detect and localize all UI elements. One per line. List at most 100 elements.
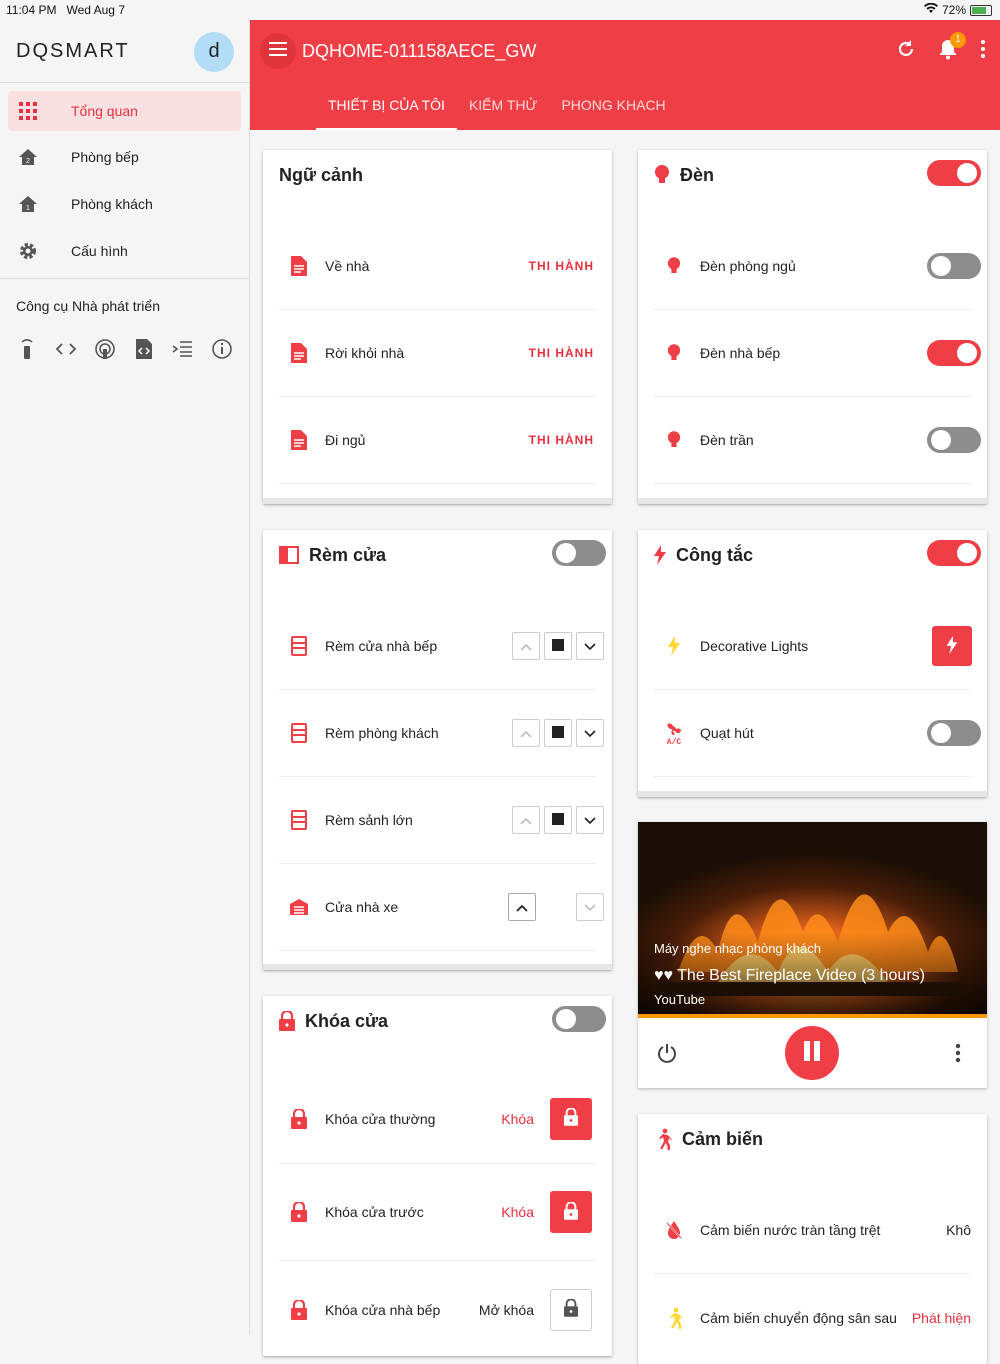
- chevron-down-icon: [584, 725, 596, 741]
- card-title: Khóa cửa: [305, 1010, 389, 1031]
- tab-living-room[interactable]: PHONG KHACH: [549, 82, 677, 130]
- broadcast-icon[interactable]: [94, 338, 116, 360]
- sidebar-item-living-room[interactable]: 1 Phòng khách: [8, 184, 241, 224]
- sidebar-item-settings[interactable]: Cấu hình: [8, 231, 241, 271]
- lock-state: Khóa: [501, 1110, 534, 1127]
- sensor-name: Cảm biến nước tràn tầng trệt: [700, 1222, 881, 1238]
- bulb-icon: [654, 165, 670, 185]
- pause-button[interactable]: [785, 1026, 839, 1080]
- chevron-down-icon: [584, 899, 596, 915]
- lock-button[interactable]: [550, 1191, 592, 1233]
- notification-badge: 1: [950, 32, 966, 48]
- curtains-card: Rèm cửa Rèm cửa nhà bếp Rèm phòng khách …: [263, 530, 612, 970]
- remote-icon[interactable]: [16, 338, 38, 360]
- scene-name: Rời khỏi nhà: [325, 345, 405, 361]
- tab-testing[interactable]: KIỂM THỬ: [457, 82, 549, 130]
- lock-row: Khóa cửa thường Khóa: [279, 1074, 596, 1164]
- execute-button[interactable]: THI HÀNH: [529, 433, 594, 447]
- status-time: 11:04 PM: [6, 3, 57, 17]
- lock-state: Mở khóa: [478, 1301, 534, 1318]
- lock-row: Khóa cửa nhà bếp Mở khóa: [279, 1261, 596, 1358]
- home-icon: 2: [8, 148, 48, 166]
- switch-toggle[interactable]: [927, 720, 981, 746]
- curtain-open-button[interactable]: [512, 632, 540, 660]
- stop-icon: [552, 638, 564, 654]
- scene-name: Về nhà: [325, 258, 370, 274]
- curtain-close-button[interactable]: [576, 806, 604, 834]
- switches-master-toggle[interactable]: [927, 540, 981, 566]
- execute-button[interactable]: THI HÀNH: [529, 346, 594, 360]
- lock-icon: [564, 1107, 578, 1129]
- locks-master-toggle[interactable]: [552, 1006, 606, 1032]
- curtain-stop-button[interactable]: [544, 632, 572, 660]
- menu-button[interactable]: [260, 33, 296, 69]
- scene-row[interactable]: Đi ngủ THI HÀNH: [279, 397, 596, 484]
- file-code-icon[interactable]: [133, 338, 155, 360]
- lock-button[interactable]: [550, 1097, 592, 1140]
- bulb-icon: [662, 344, 686, 362]
- curtain-open-button[interactable]: [512, 719, 540, 747]
- lock-icon: [564, 1298, 578, 1320]
- media-progress: [638, 1014, 987, 1018]
- curtain-stop-button[interactable]: [544, 806, 572, 834]
- curtain-open-button[interactable]: [512, 806, 540, 834]
- light-toggle[interactable]: [927, 253, 981, 279]
- switch-name: Decorative Lights: [700, 638, 809, 654]
- switch-row: Decorative Lights: [654, 603, 972, 690]
- scene-name: Đi ngủ: [325, 432, 366, 448]
- brand-title: DQSMART: [16, 40, 130, 62]
- switch-row: A/C Quạt hút: [654, 690, 981, 777]
- sidebar-divider: [0, 82, 250, 83]
- document-icon: [287, 256, 311, 276]
- bolt-icon: [662, 636, 686, 656]
- scene-row[interactable]: Rời khỏi nhà THI HÀNH: [279, 310, 596, 397]
- lights-master-toggle[interactable]: [927, 160, 981, 186]
- info-icon[interactable]: [211, 338, 233, 360]
- list-icon[interactable]: [172, 338, 194, 360]
- curtain-stop-button[interactable]: [544, 719, 572, 747]
- garage-open-button[interactable]: [508, 893, 536, 921]
- sensors-card: Cảm biến Cảm biến nước tràn tầng trệt Kh…: [638, 1114, 987, 1364]
- card-title: Rèm cửa: [309, 544, 387, 565]
- document-icon: [287, 343, 311, 363]
- execute-button[interactable]: THI HÀNH: [529, 259, 594, 273]
- more-vert-icon[interactable]: [980, 40, 986, 63]
- sidebar-item-kitchen[interactable]: 2 Phòng bếp: [8, 137, 241, 177]
- tab-my-devices[interactable]: THIẾT BỊ CỦA TÔI: [316, 82, 457, 130]
- unlock-button[interactable]: [550, 1288, 592, 1331]
- curtain-close-button[interactable]: [576, 719, 604, 747]
- lock-icon: [279, 1011, 295, 1031]
- curtain-close-button[interactable]: [576, 632, 604, 660]
- more-vert-icon[interactable]: [955, 1043, 961, 1068]
- refresh-icon[interactable]: [896, 39, 916, 64]
- power-icon[interactable]: [656, 1042, 678, 1069]
- light-toggle[interactable]: [927, 340, 981, 366]
- scene-row[interactable]: Về nhà THI HÀNH: [279, 223, 596, 310]
- sidebar-item-label: Phòng bếp: [71, 149, 139, 165]
- hamburger-icon: [269, 41, 287, 61]
- document-icon: [287, 430, 311, 450]
- pause-icon: [802, 1040, 822, 1067]
- status-date: Wed Aug 7: [66, 3, 126, 17]
- card-title: Ngữ cảnh: [279, 164, 364, 185]
- bulb-icon: [662, 257, 686, 275]
- chevron-up-icon: [520, 725, 532, 741]
- garage-close-button[interactable]: [576, 893, 604, 921]
- avatar[interactable]: d: [194, 32, 234, 72]
- lock-row: Khóa cửa trước Khóa: [279, 1164, 596, 1261]
- bolt-icon: [654, 545, 666, 565]
- svg-text:1: 1: [26, 205, 30, 212]
- curtains-master-toggle[interactable]: [552, 540, 606, 566]
- code-icon[interactable]: [55, 338, 77, 360]
- sidebar-item-overview[interactable]: Tổng quan: [8, 91, 241, 131]
- chevron-down-icon: [584, 812, 596, 828]
- light-row: Đèn phòng ngủ: [654, 223, 981, 310]
- curtain-name: Rèm sảnh lớn: [325, 812, 413, 828]
- light-toggle[interactable]: [927, 427, 981, 453]
- notifications-button[interactable]: 1: [938, 32, 966, 65]
- lock-name: Khóa cửa thường: [325, 1110, 436, 1127]
- blinds-icon: [287, 810, 311, 830]
- curtain-icon: [279, 546, 299, 564]
- switch-trigger-button[interactable]: [932, 626, 972, 666]
- lock-icon: [287, 1299, 311, 1320]
